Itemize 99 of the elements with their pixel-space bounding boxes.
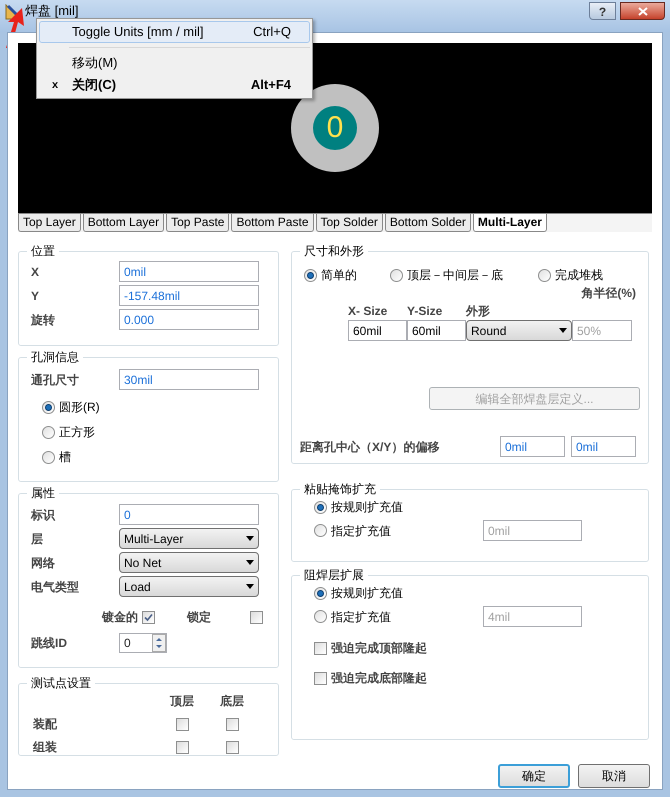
radio-button[interactable] (390, 268, 403, 282)
menu-mark: x (52, 78, 58, 93)
checkbox[interactable] (176, 718, 188, 730)
menu-label: 关闭(C) (70, 76, 118, 94)
checkbox[interactable] (142, 610, 155, 624)
menu-item[interactable]: x 关闭(C) Alt+F4 (39, 74, 310, 96)
dropdown[interactable]: Multi-Layer (119, 528, 259, 549)
menu-label: 移动(M) (71, 54, 118, 72)
group-title: 阻焊层扩展 (303, 567, 365, 584)
field-label: 电气类型 (30, 578, 80, 596)
column-header: 外形 (466, 303, 491, 320)
column-header: 顶层 (168, 693, 195, 710)
input-field[interactable]: 30mil (119, 369, 259, 390)
caret-icon (246, 560, 254, 565)
field-label: 标识 (30, 506, 56, 524)
group-title: 粘贴掩饰扩充 (303, 481, 377, 498)
dialog-button[interactable]: 确定 (498, 764, 570, 788)
layer-tab[interactable]: Bottom Paste (231, 214, 314, 232)
checkbox-label: 镀金的 (102, 609, 138, 626)
menu-label: Toggle Units [mm / mil] (71, 23, 204, 42)
field-label: 跳线ID (30, 635, 68, 652)
spin-arrows-icon (152, 634, 166, 652)
radio-label: 按规则扩充值 (331, 585, 404, 602)
checkbox-label: 锁定 (187, 609, 211, 626)
input-field[interactable]: 0mil (571, 436, 636, 457)
dropdown[interactable]: Load (119, 576, 259, 597)
column-header: Y-Size (407, 303, 444, 320)
radio-label: 正方形 (59, 424, 95, 441)
spin-field[interactable]: 0 (119, 633, 167, 653)
help-button[interactable]: ? (589, 2, 616, 20)
layer-tab[interactable]: Top Solder (316, 214, 383, 232)
column-header: X- Size (348, 303, 388, 320)
checkbox[interactable] (250, 610, 263, 624)
radio-button[interactable] (314, 500, 327, 514)
radio-label: 圆形(R) (59, 399, 100, 416)
layer-tab[interactable]: Bottom Solder (384, 214, 471, 232)
input-field[interactable]: 0mil (119, 261, 259, 282)
radio-button[interactable] (304, 268, 317, 282)
group-title: 孔洞信息 (30, 349, 80, 366)
checkbox[interactable] (176, 740, 188, 754)
menu-item[interactable]: 移动(M) (39, 52, 310, 74)
checkbox[interactable] (226, 718, 238, 730)
layer-tab[interactable]: Multi-Layer (472, 214, 547, 232)
caret-icon (559, 328, 567, 333)
close-button[interactable] (620, 2, 665, 20)
radio-label: 简单的 (321, 267, 357, 284)
radio-button[interactable] (42, 426, 55, 438)
checkbox-label: 强迫完成顶部隆起 (331, 640, 427, 657)
field-label: X (30, 264, 40, 280)
radio-label: 顶层－中间层－底 (407, 267, 503, 284)
layer-tab[interactable]: Bottom Layer (82, 214, 164, 232)
caret-icon (246, 536, 254, 541)
column-header: 底层 (219, 693, 245, 710)
field-label: 网络 (30, 554, 56, 572)
radio-label: 槽 (59, 449, 71, 466)
close-icon (638, 6, 648, 16)
radio-label: 指定扩充值 (331, 522, 392, 540)
checkbox[interactable] (226, 740, 238, 754)
pad-label: 0 (326, 113, 344, 143)
input-field[interactable]: 60mil (348, 320, 407, 341)
menu-shortcut: Alt+F4 (250, 76, 292, 94)
input-field[interactable]: 0.000 (119, 309, 259, 330)
dropdown[interactable]: No Net (119, 552, 259, 573)
checkbox-label: 强迫完成底部隆起 (331, 670, 427, 687)
radio-label: 指定扩充值 (331, 608, 392, 626)
radio-label: 完成堆栈 (555, 267, 603, 284)
input-field[interactable]: 0mil (500, 436, 565, 457)
menu-shortcut: Ctrl+Q (253, 23, 292, 42)
window-title: 焊盘 [mil] (25, 3, 78, 18)
group-title: 尺寸和外形 (303, 243, 365, 260)
radio-button[interactable] (538, 268, 551, 282)
field-label: Y (30, 288, 40, 304)
input-field[interactable]: 0 (119, 504, 259, 525)
row-label: 组装 (32, 739, 58, 756)
input-field[interactable]: -157.48mil (119, 285, 259, 306)
checkbox[interactable] (314, 642, 327, 654)
dropdown[interactable]: Round (466, 320, 572, 341)
dialog-button[interactable]: 取消 (578, 764, 650, 788)
layer-tab[interactable]: Top Layer (18, 214, 81, 232)
group-title: 测试点设置 (30, 675, 92, 692)
radio-label: 按规则扩充值 (331, 499, 404, 516)
field-label: 旋转 (30, 312, 56, 328)
caret-icon (246, 584, 254, 589)
field-label: 距离孔中心（X/Y）的偏移 (300, 438, 440, 456)
radio-button[interactable] (314, 610, 327, 623)
field-label: 层 (30, 530, 44, 548)
row-label: 装配 (32, 716, 58, 733)
layer-tab[interactable]: Top Paste (166, 214, 230, 232)
menu-item[interactable]: Toggle Units [mm / mil] Ctrl+Q (39, 21, 310, 43)
group-title: 位置 (30, 243, 56, 260)
input-field[interactable]: 60mil (407, 320, 466, 341)
radio-button[interactable] (42, 450, 55, 464)
field-label: 通孔尺寸 (30, 372, 80, 388)
radio-button[interactable] (314, 524, 327, 537)
radio-button[interactable] (314, 586, 327, 600)
radio-button[interactable] (42, 400, 55, 414)
group-title: 属性 (30, 485, 56, 502)
checkbox[interactable] (314, 672, 327, 684)
column-header: 角半径(%) (581, 285, 636, 302)
